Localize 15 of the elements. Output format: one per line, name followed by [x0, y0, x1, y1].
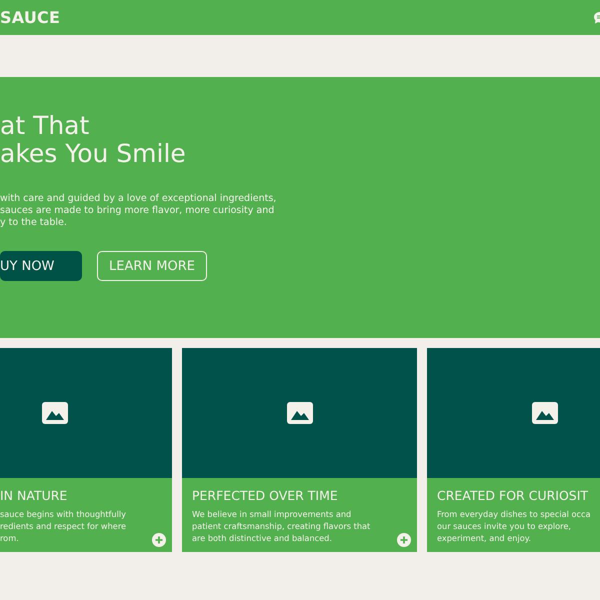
brand-name: SAUCE [0, 8, 60, 27]
card-title: IN NATURE [0, 488, 68, 503]
card-text: We believe in small improvements and patient craftsmanship, creating flavors that are both distinctive and balanced. [192, 508, 370, 544]
add-icon[interactable] [152, 533, 166, 547]
card-title: PERFECTED OVER TIME [192, 488, 338, 503]
add-icon[interactable] [397, 533, 411, 547]
card-text: sauce begins with thoughtfully redients and respect for where rom. [0, 508, 126, 544]
image-icon [286, 402, 312, 424]
image-icon [532, 402, 558, 424]
image-icon [42, 402, 68, 424]
hero-title: at That akes You Smile [0, 112, 187, 168]
buy-button[interactable]: UY NOW [0, 251, 82, 281]
hero-text: with care and guided by a love of exceptional ingredients, sauces are made to bring more flavor, more curiosity and y to the table. [0, 193, 278, 229]
card-title: CREATED FOR CURIOSIT [437, 488, 588, 503]
card-text: From everyday dishes to special occa our sauces invite you to explore, experiment, and enjoy. [437, 508, 591, 544]
